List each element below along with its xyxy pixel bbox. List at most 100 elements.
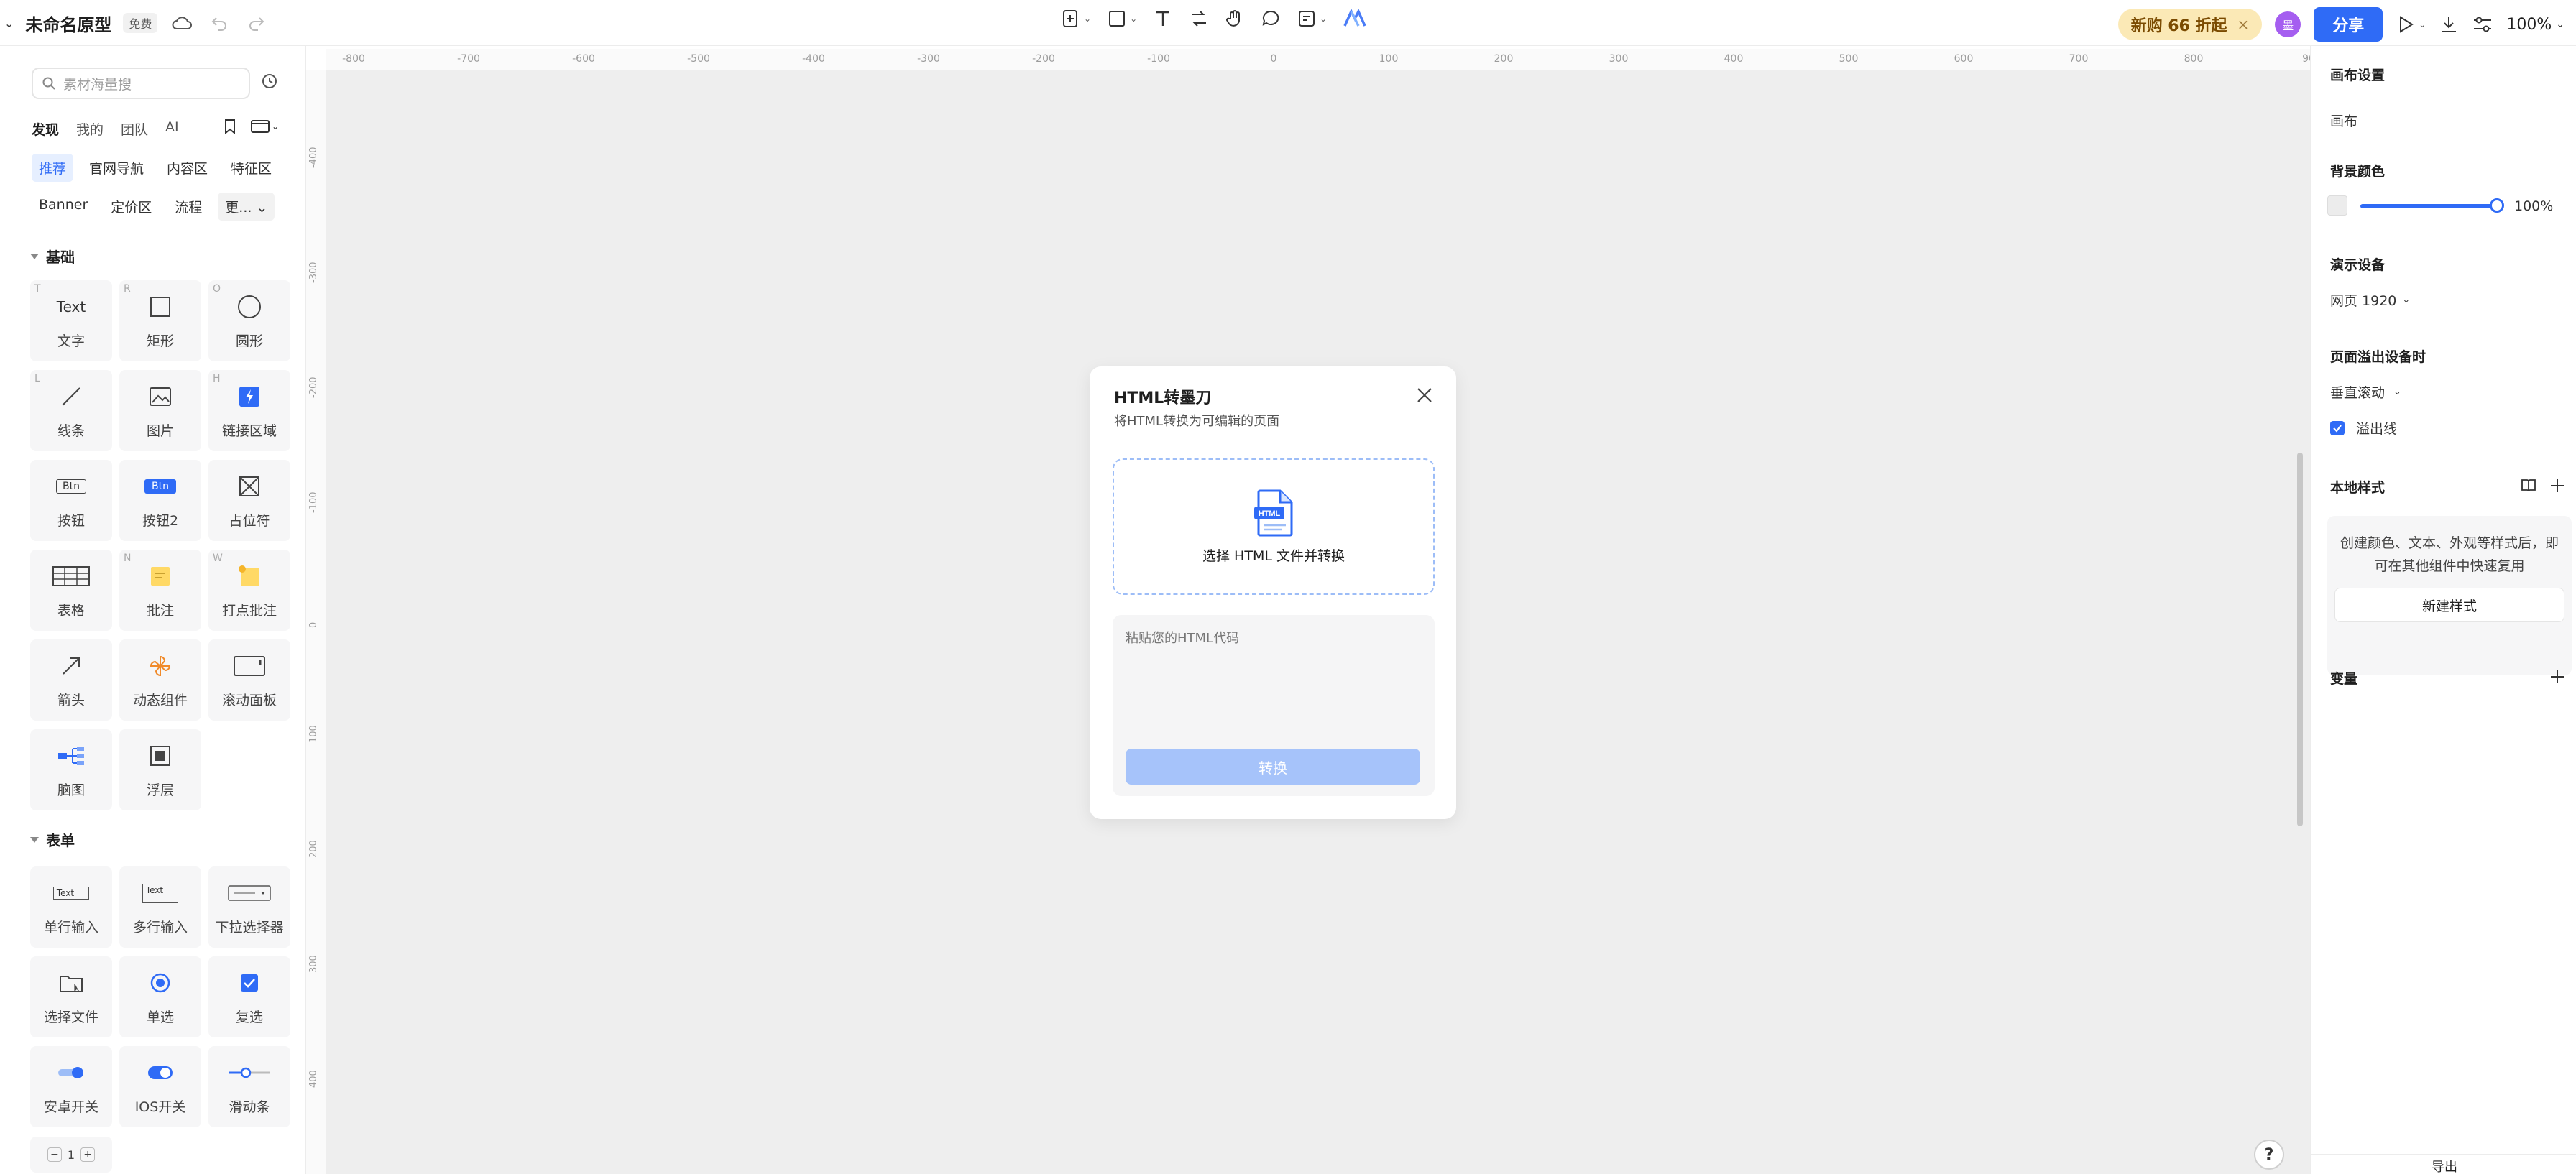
component-overlay[interactable]: 浮层 (119, 729, 201, 810)
shape-tool[interactable]: ⌄ (1107, 9, 1137, 29)
component-scroll-panel[interactable]: 滚动面板 (208, 639, 290, 721)
vertical-ruler: -400 -300 -200 -100 0 100 200 300 400 (306, 70, 326, 1174)
hand-tool[interactable] (1225, 9, 1245, 29)
hotkey-label: L (34, 373, 40, 384)
comment-tool[interactable] (1261, 9, 1281, 29)
chip-more[interactable]: 更... ⌄ (218, 193, 275, 221)
component-single-line-input[interactable]: Text 单行输入 (30, 866, 112, 948)
settings-button[interactable] (2472, 14, 2493, 34)
tab-ai[interactable]: AI (165, 119, 179, 139)
component-circle[interactable]: O 圆形 (208, 280, 290, 361)
download-button[interactable] (2439, 14, 2459, 34)
section-basic-header[interactable]: 基础 (30, 246, 75, 267)
component-mindmap[interactable]: 脑图 (30, 729, 112, 810)
component-placeholder[interactable]: 占位符 (208, 460, 290, 541)
component-android-switch[interactable]: 安卓开关 (30, 1046, 112, 1127)
component-annotation[interactable]: N 批注 (119, 550, 201, 631)
ruler-tick-label: 0 (308, 621, 319, 628)
ruler-tick-label: -300 (308, 262, 319, 283)
component-arrow[interactable]: 箭头 (30, 639, 112, 721)
preview-play-button[interactable]: ⌄ (2396, 14, 2426, 34)
overflow-line-checkbox[interactable] (2330, 421, 2345, 435)
mindmap-icon (58, 747, 84, 765)
opacity-slider-track[interactable] (2360, 204, 2497, 208)
cloud-sync-icon[interactable] (169, 10, 195, 36)
component-dot-annotation[interactable]: W 打点批注 (208, 550, 290, 631)
component-checkbox[interactable]: 复选 (208, 956, 290, 1037)
bookmark-icon[interactable] (223, 118, 237, 135)
component-label: 打点批注 (221, 603, 277, 619)
promo-banner[interactable]: 新购 66 折起 × (2117, 9, 2263, 40)
opacity-value[interactable]: 100% (2514, 198, 2553, 214)
chip-site-nav[interactable]: 官网导航 (82, 154, 151, 182)
component-dropdown[interactable]: 下拉选择器 (208, 866, 290, 948)
component-button[interactable]: Btn 按钮 (30, 460, 112, 541)
history-icon[interactable] (260, 72, 279, 93)
text-tool[interactable] (1153, 9, 1173, 29)
canvas-scrollbar[interactable] (2297, 453, 2303, 826)
tab-mine[interactable]: 我的 (76, 119, 104, 139)
new-style-button[interactable]: 新建样式 (2334, 588, 2564, 622)
export-button[interactable]: 导出 (2312, 1154, 2576, 1174)
opacity-slider-thumb[interactable] (2490, 198, 2504, 213)
code-placeholder: 粘贴您的HTML代码 (1126, 631, 1240, 646)
device-dropdown[interactable]: 网页 1920 ⌄ (2330, 290, 2410, 310)
layout-toggle[interactable]: ⌄ (250, 119, 279, 134)
menu-chevron-icon[interactable]: ⌄ (4, 17, 14, 30)
help-button[interactable]: ? (2254, 1140, 2284, 1170)
zoom-dropdown[interactable]: 100% ⌄ (2506, 16, 2564, 34)
component-radio[interactable]: 单选 (119, 956, 201, 1037)
html-code-input[interactable]: 粘贴您的HTML代码 转换 (1113, 615, 1435, 796)
convert-button[interactable]: 转换 (1126, 749, 1420, 785)
redo-icon[interactable] (244, 10, 270, 36)
component-text[interactable]: T Text 文字 (30, 280, 112, 361)
line-icon (62, 387, 80, 406)
chip-features[interactable]: 特征区 (224, 154, 279, 182)
chip-banner[interactable]: Banner (32, 193, 95, 221)
undo-icon[interactable] (206, 10, 232, 36)
component-button-2[interactable]: Btn 按钮2 (119, 460, 201, 541)
book-icon[interactable] (2520, 477, 2537, 494)
chip-recommended[interactable]: 推荐 (32, 154, 74, 182)
component-line[interactable]: L 线条 (30, 370, 112, 451)
component-file-picker[interactable]: 选择文件 (30, 956, 112, 1037)
component-dynamic[interactable]: 动态组件 (119, 639, 201, 721)
component-image[interactable]: 图片 (119, 370, 201, 451)
section-form-header[interactable]: 表单 (30, 829, 75, 850)
chip-pricing[interactable]: 定价区 (104, 193, 159, 221)
play-icon (2400, 16, 2414, 33)
connector-tool[interactable] (1189, 9, 1209, 29)
component-label: 图片 (146, 423, 174, 439)
component-rectangle[interactable]: R 矩形 (119, 280, 201, 361)
close-icon[interactable]: × (2237, 16, 2250, 33)
chip-content[interactable]: 内容区 (160, 154, 215, 182)
search-icon (42, 77, 55, 90)
close-icon[interactable] (1414, 385, 1435, 405)
chip-flow[interactable]: 流程 (167, 193, 209, 221)
share-button[interactable]: 分享 (2314, 7, 2383, 42)
dialog-title: HTML转墨刀 (1114, 389, 1212, 407)
library-search[interactable]: 素材海量搜 (32, 68, 250, 99)
component-link-area[interactable]: H 链接区域 (208, 370, 290, 451)
color-swatch[interactable] (2327, 195, 2347, 216)
tab-discover[interactable]: 发现 (32, 119, 59, 139)
chevron-down-icon: ⌄ (2393, 387, 2401, 397)
html-file-dropzone[interactable]: HTML 选择 HTML 文件并转换 (1113, 458, 1435, 595)
ai-tool[interactable] (1343, 9, 1367, 29)
table-icon (52, 566, 90, 586)
document-title[interactable]: 未命名原型 (25, 11, 111, 36)
tab-team[interactable]: 团队 (121, 119, 148, 139)
add-style-icon[interactable] (2549, 477, 2566, 494)
component-number-stepper[interactable]: − 1 + (30, 1137, 112, 1173)
component-slider[interactable]: 滑动条 (208, 1046, 290, 1127)
overflow-dropdown[interactable]: 垂直滚动 ⌄ (2330, 382, 2401, 402)
search-input[interactable]: 素材海量搜 (63, 74, 132, 93)
note-tool[interactable]: ⌄ (1297, 9, 1327, 29)
avatar[interactable]: 墨 (2275, 11, 2301, 37)
component-ios-switch[interactable]: IOS开关 (119, 1046, 201, 1127)
add-page-tool[interactable]: ⌄ (1061, 9, 1091, 29)
ruler-tick-label: 300 (308, 955, 319, 973)
component-table[interactable]: 表格 (30, 550, 112, 631)
component-multi-line-input[interactable]: Text 多行输入 (119, 866, 201, 948)
add-variable-icon[interactable] (2549, 668, 2566, 685)
